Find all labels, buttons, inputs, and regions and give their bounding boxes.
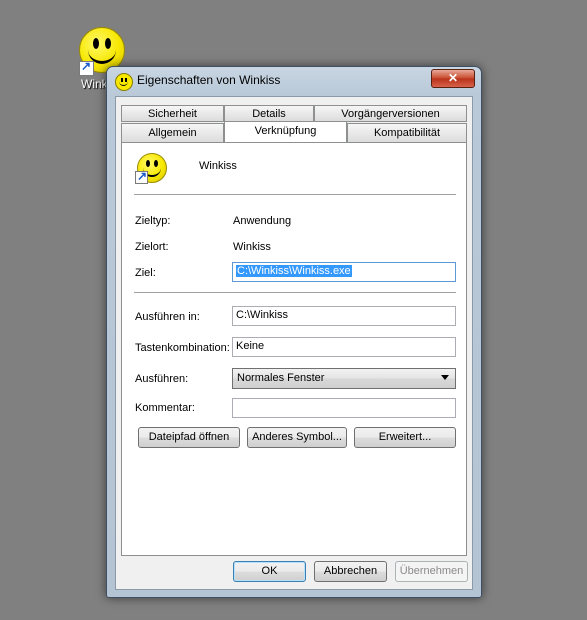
change-icon-button[interactable]: Anderes Symbol...	[247, 427, 347, 448]
tastenkombination-label: Tastenkombination:	[135, 342, 230, 354]
tab-vorgaengerversionen[interactable]: Vorgängerversionen	[314, 105, 467, 122]
zielort-label: Zielort:	[135, 241, 169, 253]
smiley-icon	[115, 73, 133, 91]
ausfuehren-label: Ausführen:	[135, 373, 189, 385]
zielort-value: Winkiss	[233, 241, 271, 253]
ziel-label: Ziel:	[135, 267, 156, 279]
ausfuehren-in-input[interactable]: C:\Winkiss	[232, 306, 456, 326]
open-file-location-button[interactable]: Dateipfad öffnen	[138, 427, 240, 448]
dialog-client: Sicherheit Details Vorgängerversionen Al…	[115, 96, 473, 590]
zieltyp-value: Anwendung	[233, 215, 292, 227]
separator	[134, 194, 456, 196]
ziel-input[interactable]: C:\Winkiss\Winkiss.exe	[232, 262, 456, 282]
cancel-button[interactable]: Abbrechen	[314, 561, 387, 582]
title-bar[interactable]: Eigenschaften von Winkiss ✕	[107, 67, 481, 95]
kommentar-input[interactable]	[232, 398, 456, 418]
tab-verknuepfung[interactable]: Verknüpfung	[224, 121, 347, 142]
desktop-shortcut-label: Wink	[81, 77, 108, 91]
window-title: Eigenschaften von Winkiss	[137, 73, 281, 87]
shortcut-icon	[135, 151, 169, 185]
shortcut-arrow-icon	[79, 59, 94, 76]
tab-kompatibilitaet[interactable]: Kompatibilität	[347, 123, 467, 143]
ok-button[interactable]: OK	[233, 561, 306, 582]
tab-allgemein[interactable]: Allgemein	[121, 123, 224, 143]
zieltyp-label: Zieltyp:	[135, 215, 171, 227]
chevron-down-icon	[441, 375, 449, 380]
tab-panel-verknuepfung: Winkiss Zieltyp: Anwendung Zielort: Wink…	[121, 142, 467, 556]
advanced-button[interactable]: Erweitert...	[354, 427, 456, 448]
ausfuehren-select[interactable]: Normales Fenster	[232, 368, 456, 389]
ziel-input-value: C:\Winkiss\Winkiss.exe	[236, 265, 352, 277]
tab-details[interactable]: Details	[224, 105, 314, 122]
tab-sicherheit[interactable]: Sicherheit	[121, 105, 224, 122]
ausfuehren-select-value: Normales Fenster	[237, 372, 325, 384]
tastenkombination-input[interactable]: Keine	[232, 337, 456, 357]
separator	[134, 292, 456, 294]
close-button[interactable]: ✕	[431, 69, 475, 88]
ausfuehren-in-label: Ausführen in:	[135, 311, 200, 323]
shortcut-name: Winkiss	[199, 160, 237, 172]
shortcut-arrow-icon	[135, 169, 148, 184]
apply-button[interactable]: Übernehmen	[395, 561, 468, 582]
kommentar-label: Kommentar:	[135, 402, 195, 414]
properties-window: Eigenschaften von Winkiss ✕ Sicherheit D…	[106, 66, 482, 598]
